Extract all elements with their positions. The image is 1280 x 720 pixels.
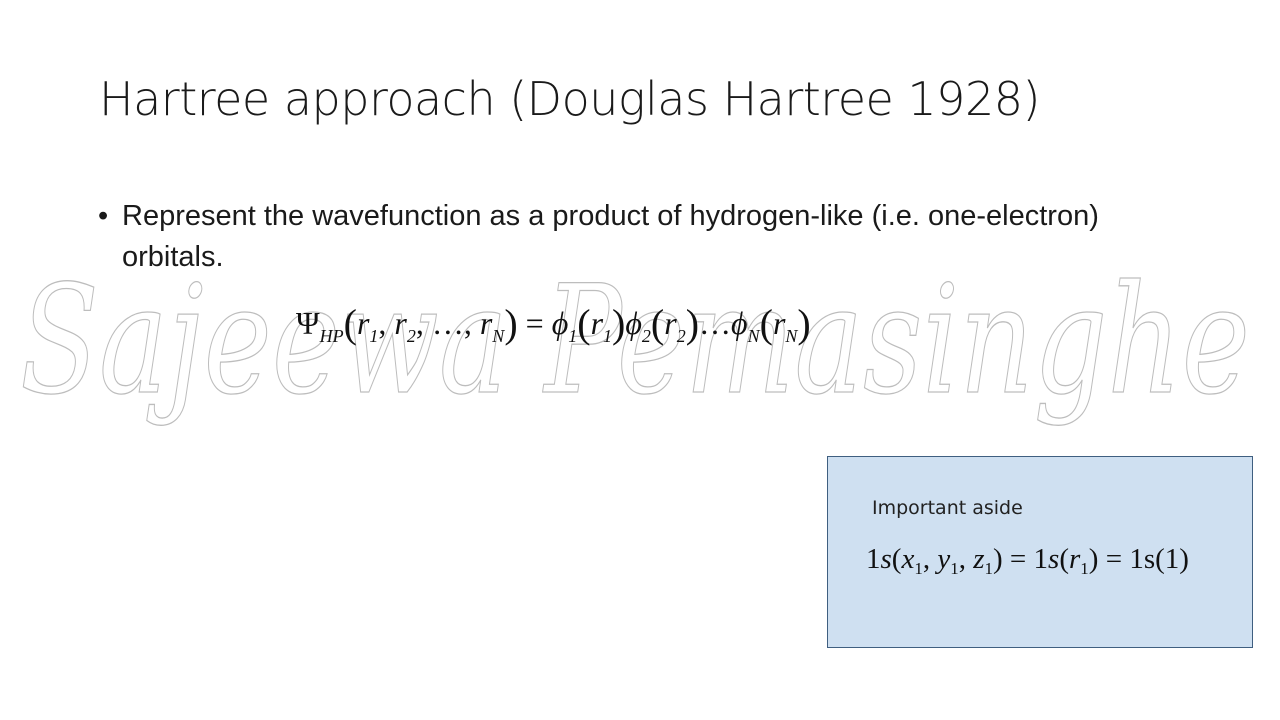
ellipsis: … <box>699 305 732 341</box>
phi-2: ϕ <box>625 305 642 341</box>
phi-n: ϕ <box>731 305 748 341</box>
slide-title: Hartree approach (Douglas Hartree 1928) <box>99 72 1040 126</box>
important-aside-box: Important aside 1s(x1, y1, z1) = 1s(r1) … <box>827 456 1253 648</box>
hartree-product-equation: ΨHP(r1, r2, …, rN) = ϕ1(r1)ϕ2(r2)…ϕN(rN) <box>296 301 811 346</box>
phi-1: ϕ <box>551 305 569 341</box>
aside-formula: 1s(x1, y1, z1) = 1s(r1) = 1s(1) <box>866 543 1189 578</box>
psi-subscript: HP <box>319 326 344 346</box>
bullet-marker: • <box>98 200 109 232</box>
aside-label: Important aside <box>872 497 1023 519</box>
equals-sign: = <box>525 305 544 341</box>
slide: Hartree approach (Douglas Hartree 1928) … <box>0 0 1280 720</box>
bullet-text: Represent the wavefunction as a product … <box>122 200 1099 273</box>
psi-symbol: Ψ <box>296 305 320 341</box>
bullet-point: • Represent the wavefunction as a produc… <box>98 196 1158 278</box>
